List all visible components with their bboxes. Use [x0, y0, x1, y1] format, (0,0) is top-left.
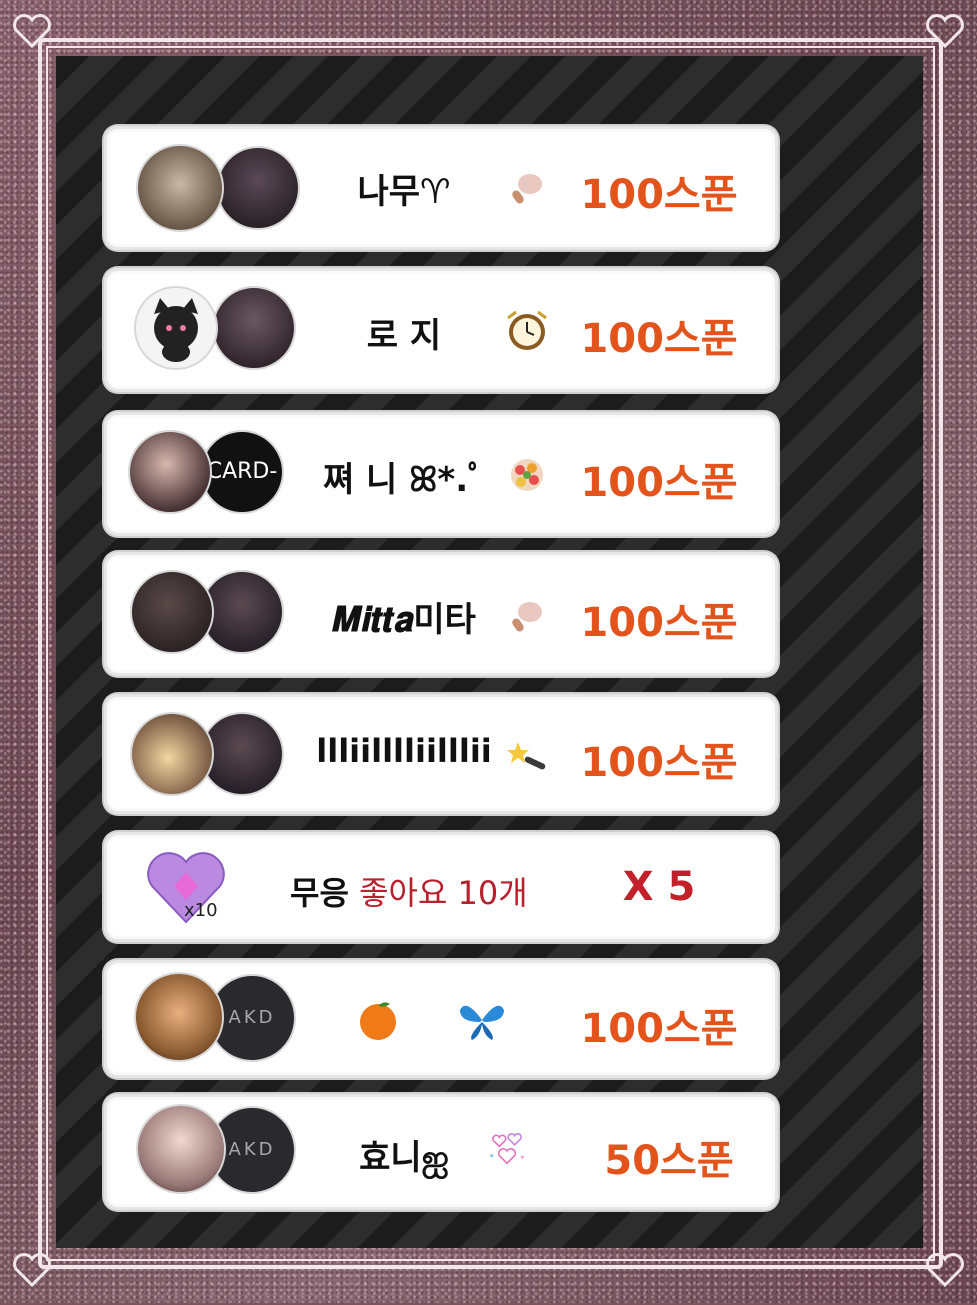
like-text: 좋아요 10개 — [359, 874, 528, 912]
magic-wand-icon — [504, 732, 550, 778]
avatar — [216, 146, 300, 230]
crystal-heart-icon: x10 — [144, 850, 228, 926]
list-item: 𝑴𝒊𝒕𝒕𝒂미타 100스푼 — [104, 552, 778, 676]
avatar — [130, 570, 214, 654]
avatar-text: CARD- — [207, 459, 278, 484]
orange-icon — [356, 998, 400, 1042]
user-name: 로 지 — [304, 308, 504, 357]
list-item: 로 지 100스푼 — [104, 268, 778, 392]
heart-corner-icon — [915, 1241, 975, 1301]
avatar — [136, 1104, 226, 1194]
like-label: 무응 좋아요 10개 — [290, 868, 528, 914]
user-name: llliilllliilllii — [304, 732, 504, 770]
spoon-amount: 100스푼 — [574, 306, 744, 364]
user-name: 무응 — [290, 874, 349, 912]
list-item: AKD 100스푼 — [104, 960, 778, 1078]
user-name: 쪄 니 ꕤ*.ﾟ — [304, 452, 504, 501]
user-name: 𝑴𝒊𝒕𝒕𝒂미타 — [294, 592, 514, 641]
spoon-amount: 100스푼 — [574, 996, 744, 1054]
spoon-amount: 100스푼 — [574, 162, 744, 220]
hearts-icon — [484, 1128, 544, 1184]
spoon-amount: 100스푼 — [574, 450, 744, 508]
heart-corner-icon — [2, 1241, 62, 1301]
spoon-amount: 100스푼 — [574, 590, 744, 648]
list-item: CARD- 쪄 니 ꕤ*.ﾟ 100스푼 — [104, 412, 778, 536]
bouquet-icon — [504, 452, 550, 498]
clock-icon — [504, 308, 550, 354]
list-item: x10 무응 좋아요 10개 X 5 — [104, 832, 778, 942]
heart-corner-icon — [2, 2, 62, 62]
avatar — [134, 972, 224, 1062]
avatar — [128, 430, 212, 514]
avatar-text: AKD — [229, 1139, 276, 1160]
list-item: 나무♈︎ 100스푼 — [104, 126, 778, 250]
avatar-text: AKD — [229, 1007, 276, 1028]
avatar: CARD- — [200, 430, 284, 514]
avatar — [130, 712, 214, 796]
multiplier: X 5 — [574, 864, 744, 910]
avatar — [212, 286, 296, 370]
heart-corner-icon — [915, 2, 975, 62]
spoon-amount: 100스푼 — [574, 730, 744, 788]
user-name: 나무♈︎ — [304, 164, 504, 213]
user-name: 효니ஐ — [304, 1130, 504, 1182]
list-item: llliilllliilllii 100스푼 — [104, 694, 778, 814]
list-item: AKD 효니ஐ 50스푼 — [104, 1094, 778, 1210]
like-count-badge: x10 — [184, 900, 218, 921]
avatar — [134, 286, 218, 370]
avatar — [136, 144, 224, 232]
drumstick-icon — [504, 164, 550, 210]
butterfly-icon — [456, 996, 508, 1044]
drumstick-icon — [504, 592, 550, 638]
spoon-amount: 50스푼 — [584, 1128, 754, 1186]
